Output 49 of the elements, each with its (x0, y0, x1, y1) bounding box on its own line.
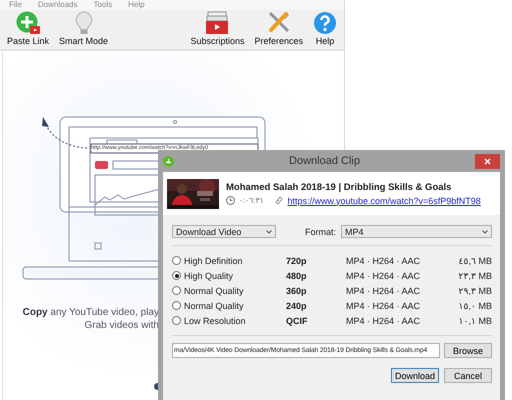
resolution-text: 480p (286, 270, 308, 280)
radio-button[interactable] (172, 316, 181, 325)
file-size: ٢٣,٣ MB (457, 270, 492, 280)
codec-text: MP4 · H264 · AAC (346, 270, 422, 280)
link-icon (275, 196, 284, 205)
file-size: ١٥,٠ MB (457, 300, 492, 310)
video-link[interactable]: https://www.youtube.com/watch?v=6sfP9bfNT98 (287, 196, 481, 206)
radio-button[interactable] (172, 286, 181, 295)
video-duration: ٠:٠٦:٣١ (239, 196, 264, 205)
dialog-title: Download Clip (288, 155, 361, 167)
resolution-text: QCIF (286, 316, 308, 326)
format-dropdown[interactable]: MP4 (341, 225, 492, 238)
help-icon (313, 11, 337, 35)
codec-text: MP4 · H264 · AAC (346, 286, 422, 296)
cancel-button[interactable]: Cancel (444, 368, 492, 383)
codec-text: MP4 · H264 · AAC (346, 256, 422, 266)
resolution-text: 360p (286, 286, 308, 296)
quality-name: Normal Quality (184, 286, 245, 296)
video-title: Mohamed Salah 2018-19 | Dribbling Skills & Goals (226, 182, 452, 192)
caption-text: Copy any YouTube video, play (22, 306, 159, 319)
radio-button[interactable] (172, 256, 181, 265)
quality-name: Low Resolution (184, 316, 247, 326)
download-button[interactable]: Download (391, 368, 439, 383)
toolbar-button[interactable]: Help (310, 11, 340, 46)
resolution-text: 240p (286, 300, 308, 310)
toolbar-button[interactable]: Paste Link (4, 11, 52, 46)
toolbar-button[interactable]: Preferences (251, 9, 306, 46)
caption-text: Grab videos with (84, 319, 159, 332)
app-logo-icon (163, 156, 174, 166)
format-label: Format: (305, 226, 336, 236)
quality-name: High Quality (184, 270, 234, 280)
dashed-arrow (42, 117, 88, 148)
radio-button[interactable] (172, 301, 181, 310)
radio-button[interactable] (172, 271, 181, 280)
codec-text: MP4 · H264 · AAC (346, 300, 422, 310)
file-size: ١٠,١ MB (457, 316, 492, 326)
close-icon (484, 158, 491, 164)
codec-text: MP4 · H264 · AAC (346, 316, 422, 326)
quality-name: Normal Quality (184, 300, 245, 310)
mode-dropdown[interactable]: Download Video (172, 225, 276, 238)
clock-icon (226, 196, 235, 205)
close-button[interactable] (475, 154, 500, 168)
file-size: ٢٩,٣ MB (457, 286, 492, 296)
toolbar-button[interactable]: Subscriptions (187, 11, 248, 46)
toolbar-button[interactable]: Smart Mode (56, 11, 112, 46)
browse-button[interactable]: Browse (444, 343, 492, 358)
file-size: ٤٥,٦ MB (457, 256, 492, 266)
quality-name: High Definition (184, 256, 244, 266)
resolution-text: 720p (286, 256, 308, 266)
